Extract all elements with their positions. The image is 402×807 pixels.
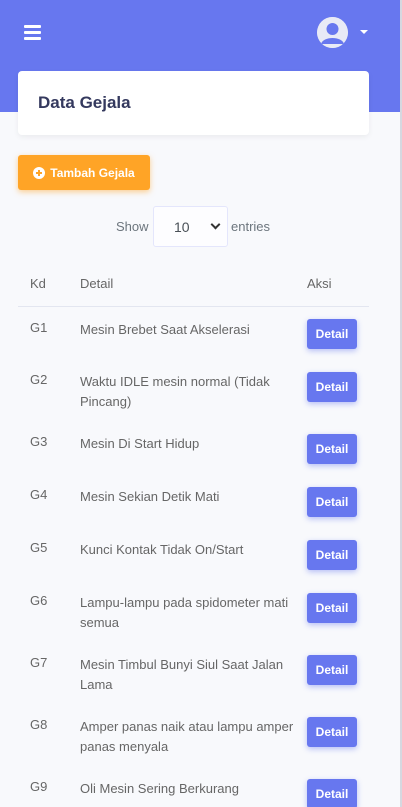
- table-header-divider: [18, 306, 369, 307]
- entries-label: entries: [231, 219, 271, 234]
- row-detail: Amper panas naik atau lampu amper panas …: [80, 719, 294, 754]
- row-detail: Mesin Timbul Bunyi Siul Saat Jalan Lama: [80, 657, 284, 692]
- row-kd: G1: [30, 320, 48, 335]
- detail-button[interactable]: Detail: [307, 593, 357, 623]
- hamburger-icon[interactable]: [24, 25, 41, 40]
- detail-button[interactable]: Detail: [307, 487, 357, 517]
- row-kd: G2: [30, 372, 48, 387]
- caret-down-icon: [360, 30, 368, 34]
- row-detail: Waktu IDLE mesin normal (Tidak Pincang): [80, 374, 270, 409]
- row-detail: Kunci Kontak Tidak On/Start: [80, 542, 244, 557]
- plus-circle-icon: [33, 166, 46, 179]
- row-kd: G6: [30, 593, 48, 608]
- column-header-aksi[interactable]: Aksi: [307, 276, 332, 291]
- detail-button[interactable]: Detail: [307, 655, 357, 685]
- page-header-card: Data Gejala: [18, 71, 369, 135]
- row-kd: G4: [30, 487, 48, 502]
- detail-button[interactable]: Detail: [307, 540, 357, 570]
- row-detail: Lampu-lampu pada spidometer mati semua: [80, 595, 289, 630]
- detail-button[interactable]: Detail: [307, 434, 357, 464]
- entries-value: 10: [174, 219, 190, 235]
- column-header-kd[interactable]: Kd: [30, 276, 46, 291]
- detail-button[interactable]: Detail: [307, 717, 357, 747]
- detail-button[interactable]: Detail: [307, 372, 357, 402]
- row-detail: Oli Mesin Sering Berkurang: [80, 781, 239, 796]
- row-detail: Mesin Di Start Hidup: [80, 436, 200, 451]
- show-label: Show: [116, 219, 149, 234]
- detail-button[interactable]: Detail: [307, 779, 357, 807]
- user-avatar-icon: [317, 17, 348, 48]
- row-kd: G9: [30, 779, 48, 794]
- row-kd: G3: [30, 434, 48, 449]
- row-kd: G8: [30, 717, 48, 732]
- row-detail: Mesin Sekian Detik Mati: [80, 489, 220, 504]
- row-detail: Mesin Brebet Saat Akselerasi: [80, 322, 250, 337]
- add-gejala-button[interactable]: Tambah Gejala: [18, 155, 150, 190]
- entries-select[interactable]: 10: [153, 206, 228, 247]
- detail-button[interactable]: Detail: [307, 319, 357, 349]
- page-title: Data Gejala: [38, 93, 131, 112]
- row-kd: G5: [30, 540, 48, 555]
- add-gejala-label: Tambah Gejala: [50, 165, 135, 180]
- chevron-down-icon: [210, 219, 221, 230]
- column-header-detail[interactable]: Detail: [80, 276, 113, 291]
- row-kd: G7: [30, 655, 48, 670]
- user-menu-toggle[interactable]: [317, 17, 369, 49]
